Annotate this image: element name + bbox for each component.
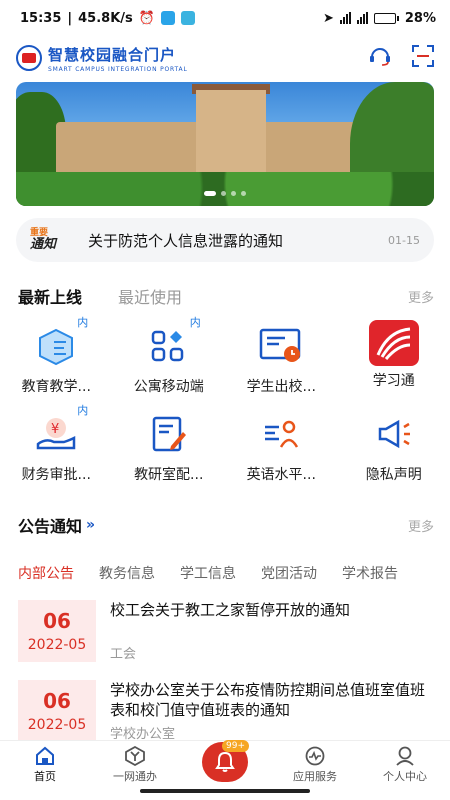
bell-icon [215, 751, 235, 772]
app-grid: 内 教育教学... 内 公寓移动端 学生出校... 学习通 ¥ 内 财务审批..… [0, 316, 450, 484]
announcement-header: 公告通知 » 更多 [18, 513, 434, 537]
app-finance-approval[interactable]: ¥ 内 财务审批... [0, 404, 113, 484]
app-title: 智慧校园融合门户 [48, 45, 177, 64]
battery-percent: 28% [404, 10, 436, 26]
announcement-more-link[interactable]: 更多 [408, 516, 434, 535]
double-chevron-icon: » [86, 517, 96, 533]
nav-one-stop[interactable]: 一网通办 [90, 741, 180, 788]
app-label: 学生出校... [246, 379, 316, 395]
announcement-item[interactable]: 06 2022-05 校工会关于教工之家暂停开放的通知 工会 [18, 600, 432, 662]
edit-document-icon [143, 408, 195, 460]
brand: 智慧校园融合门户 SMART CAMPUS INTEGRATION PORTAL [48, 44, 188, 73]
scan-icon[interactable] [412, 45, 434, 71]
app-xuexitong[interactable]: 学习通 [338, 320, 450, 396]
home-icon [36, 746, 54, 765]
notification-count-badge: 99+ [222, 740, 249, 752]
status-bar: 15:35 | 45.8K/s ⏰ ➤ 28% [20, 10, 436, 26]
announcement-date: 06 2022-05 [18, 600, 96, 662]
nav-home[interactable]: 首页 [0, 741, 90, 788]
student-exit-clock-icon [255, 320, 307, 372]
tab-academic-reports[interactable]: 学术报告 [342, 563, 398, 583]
education-cube-icon: 内 [30, 316, 88, 372]
tab-student-affairs[interactable]: 学工信息 [180, 563, 236, 583]
app-subtitle: SMART CAMPUS INTEGRATION PORTAL [48, 65, 188, 73]
app-apartment-mobile[interactable]: 内 公寓移动端 [113, 316, 226, 396]
status-time: 15:35 [20, 10, 62, 26]
apartment-grid-icon: 内 [143, 316, 201, 372]
app-label: 教研室配... [134, 467, 204, 483]
svg-text:¥: ¥ [51, 422, 59, 437]
signal-icon [356, 12, 368, 24]
app-english-level[interactable]: 英语水平... [225, 408, 338, 484]
finance-yuan-hand-icon: ¥ 内 [30, 404, 88, 460]
announcement-item[interactable]: 06 2022-05 学校办公室关于公布疫情防控期间总值班室值班表和校门值守值班… [18, 680, 432, 742]
network-speed: 45.8K/s [78, 10, 133, 26]
pulse-circle-icon [305, 746, 325, 765]
app-header: 智慧校园融合门户 SMART CAMPUS INTEGRATION PORTAL [0, 36, 450, 80]
tab-internal[interactable]: 内部公告 [18, 563, 74, 583]
tab-academic-affairs[interactable]: 教务信息 [99, 563, 155, 583]
app-education-teaching[interactable]: 内 教育教学... [0, 316, 113, 396]
tab-recent-apps[interactable]: 最近使用 [118, 284, 182, 308]
app-label: 财务审批... [21, 467, 91, 483]
xuexitong-logo-icon [368, 320, 419, 366]
nav-profile[interactable]: 个人中心 [360, 741, 450, 788]
school-logo-icon [16, 45, 42, 71]
internal-badge: 内 [77, 404, 89, 417]
megaphone-icon [368, 408, 420, 460]
app-label: 学习通 [372, 373, 415, 389]
profile-icon [396, 746, 414, 766]
app-label: 公寓移动端 [133, 379, 204, 395]
home-indicator[interactable] [140, 789, 310, 793]
app-privacy-statement[interactable]: 隐私声明 [338, 408, 450, 484]
notice-date: 01-15 [388, 233, 420, 247]
alarm-icon: ⏰ [138, 10, 155, 26]
app-notification-icon [160, 11, 175, 25]
english-person-icon [255, 408, 307, 460]
telegram-icon [180, 11, 195, 25]
notice-title: 关于防范个人信息泄露的通知 [88, 231, 284, 250]
battery-icon [373, 12, 399, 24]
announcement-item-dept: 工会 [110, 647, 137, 662]
apps-section-header: 最新上线 最近使用 更多 [18, 284, 434, 308]
important-notice-badge: 重要 通知 [30, 228, 57, 252]
important-notice-bar[interactable]: 重要 通知 关于防范个人信息泄露的通知 01-15 [16, 218, 434, 262]
carousel-indicator [204, 191, 246, 196]
nav-app-services[interactable]: 应用服务 [270, 741, 360, 788]
hexagon-y-icon [125, 745, 145, 766]
announcement-tabs: 内部公告 教务信息 学工信息 党团活动 学术报告 [0, 560, 450, 586]
app-label: 隐私声明 [365, 467, 422, 483]
tab-new-apps[interactable]: 最新上线 [18, 284, 82, 308]
tab-party-activities[interactable]: 党团活动 [261, 563, 317, 583]
announcement-title: 公告通知 [18, 517, 83, 536]
app-teaching-research[interactable]: 教研室配... [113, 408, 226, 484]
announcement-item-title: 校工会关于教工之家暂停开放的通知 [110, 601, 351, 619]
customer-service-icon[interactable] [368, 45, 392, 71]
signal-icon [339, 12, 351, 24]
announcement-item-title: 学校办公室关于公布疫情防控期间总值班室值班表和校门值守值班表的通知 [110, 681, 426, 719]
app-label: 英语水平... [246, 467, 316, 483]
apps-more-link[interactable]: 更多 [408, 287, 434, 306]
app-label: 教育教学... [21, 379, 91, 395]
banner-carousel[interactable] [16, 82, 434, 206]
app-student-exit[interactable]: 学生出校... [225, 320, 338, 396]
announcement-date: 06 2022-05 [18, 680, 96, 742]
internal-badge: 内 [189, 316, 201, 329]
internal-badge: 内 [77, 316, 89, 329]
location-icon: ➤ [322, 10, 334, 26]
